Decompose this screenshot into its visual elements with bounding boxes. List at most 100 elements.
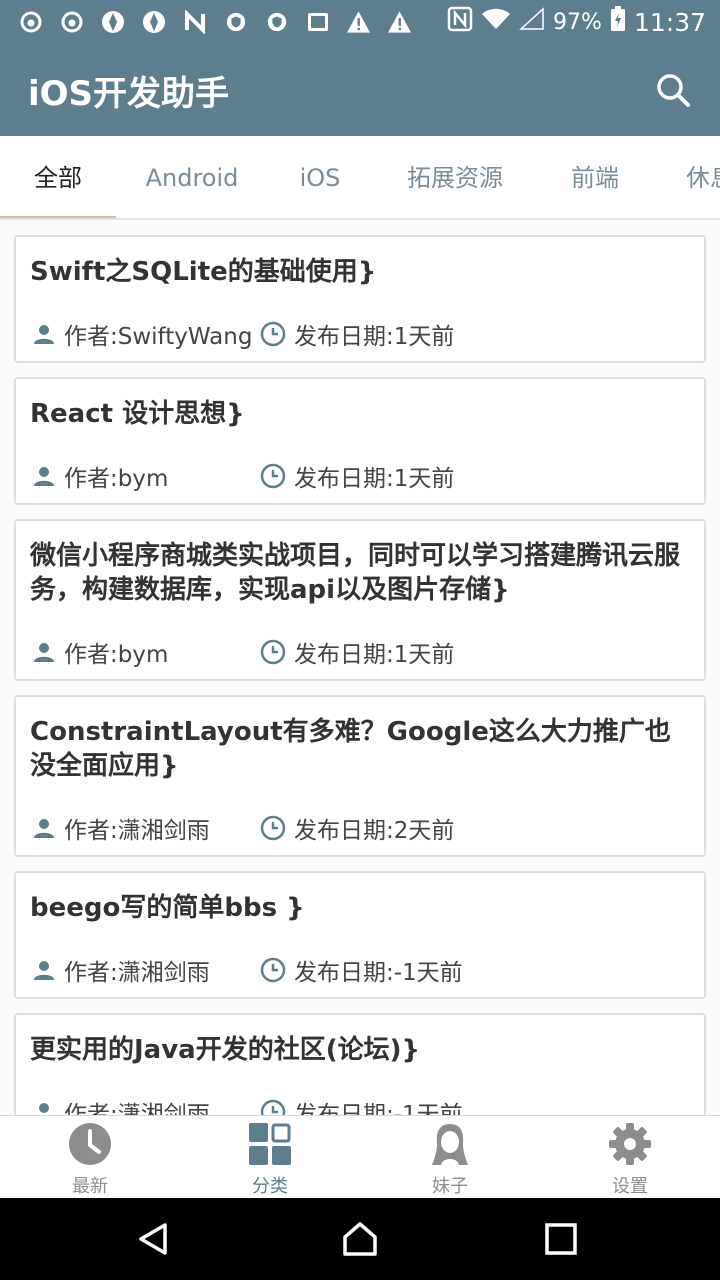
- date-label: 发布日期:2天前: [294, 818, 455, 844]
- nav-category[interactable]: 分类: [180, 1116, 360, 1198]
- clock-icon: [260, 321, 286, 347]
- article-meta: 作者:SwiftyWang 发布日期:1天前: [32, 317, 454, 351]
- battery-icon: [610, 6, 626, 38]
- clock-time: 11:37: [633, 7, 706, 37]
- author-info: 作者:潇湘剑雨: [32, 953, 260, 987]
- article-meta: 作者:bym 发布日期:1天前: [32, 459, 454, 493]
- article-title: 更实用的Java开发的社区(论坛)}: [30, 1035, 420, 1065]
- search-button[interactable]: [654, 71, 692, 109]
- nav-label: 最新: [72, 1176, 108, 1197]
- article-card[interactable]: ConstraintLayout有多难？Google这么大力推广也没全面应用} …: [14, 695, 706, 857]
- clock-icon: [260, 815, 286, 841]
- tab-all[interactable]: 全部: [0, 136, 116, 218]
- date-info: 发布日期:-1天前: [260, 953, 463, 987]
- nfc-icon: [447, 6, 473, 38]
- article-card[interactable]: beego写的简单bbs } 作者:潇湘剑雨 发布日期:-1天前: [14, 871, 706, 999]
- nav-latest[interactable]: 最新: [0, 1116, 180, 1198]
- clock-icon: [260, 957, 286, 983]
- warning-icon: [346, 10, 371, 35]
- person-icon: [34, 325, 54, 344]
- nav-girls[interactable]: 妹子: [360, 1116, 540, 1198]
- tab-frontend[interactable]: 前端: [560, 136, 630, 218]
- n-logo-icon: [182, 10, 207, 35]
- article-list[interactable]: Swift之SQLite的基础使用} 作者:SwiftyWang 发布日期:1天…: [0, 221, 720, 1115]
- author-info: 作者:潇湘剑雨: [32, 1095, 260, 1115]
- nav-label: 设置: [612, 1176, 648, 1197]
- search-icon: [657, 74, 690, 107]
- category-tabs: 全部 Android iOS 拓展资源 前端 休息: [0, 136, 720, 220]
- tab-android[interactable]: Android: [130, 136, 254, 218]
- author-info: 作者:潇湘剑雨: [32, 811, 260, 845]
- tab-rest[interactable]: 休息: [686, 136, 720, 218]
- article-title: ConstraintLayout有多难？Google这么大力推广也没全面应用}: [30, 717, 671, 781]
- clock-icon: [260, 1099, 286, 1115]
- article-meta: 作者:bym 发布日期:1天前: [32, 635, 454, 669]
- article-card[interactable]: React 设计思想} 作者:bym 发布日期:1天前: [14, 377, 706, 505]
- grid-icon: [249, 1123, 291, 1165]
- article-card[interactable]: Swift之SQLite的基础使用} 作者:SwiftyWang 发布日期:1天…: [14, 235, 706, 363]
- battery-percent: 97%: [553, 9, 602, 35]
- article-meta: 作者:潇湘剑雨 发布日期:2天前: [32, 811, 454, 845]
- nav-label: 分类: [252, 1176, 288, 1197]
- status-bar: 97% 11:37: [0, 0, 720, 44]
- aperture-icon: [100, 10, 125, 35]
- author-info: 作者:bym: [32, 635, 260, 669]
- date-label: 发布日期:1天前: [294, 324, 455, 350]
- date-label: 发布日期:-1天前: [294, 1102, 463, 1115]
- home-icon[interactable]: [342, 1221, 378, 1257]
- person-icon: [34, 467, 54, 486]
- system-status: 97% 11:37: [447, 6, 720, 38]
- article-title: beego写的简单bbs }: [30, 893, 305, 923]
- girl-icon: [432, 1124, 468, 1165]
- person-icon: [34, 819, 54, 838]
- author-label: 作者:SwiftyWang: [64, 324, 253, 350]
- person-icon: [39, 1103, 49, 1113]
- date-info: 发布日期:-1天前: [260, 1095, 463, 1115]
- author-info: 作者:SwiftyWang: [32, 317, 260, 351]
- recents-icon[interactable]: [543, 1221, 579, 1257]
- article-title: 微信小程序商城类实战项目，同时可以学习搭建腾讯云服务，构建数据库，实现api以及…: [30, 541, 681, 605]
- app-badge-icon: [305, 10, 330, 35]
- wifi-icon: [481, 7, 511, 37]
- notification-app-icon: [59, 10, 84, 35]
- signal-icon: [519, 7, 545, 37]
- clock-icon: [69, 1123, 111, 1165]
- tab-extended-resources[interactable]: 拓展资源: [400, 136, 510, 218]
- shield-icon: [264, 10, 289, 35]
- bottom-navigation: 最新 分类 妹子 设置: [0, 1115, 720, 1198]
- date-label: 发布日期:-1天前: [294, 960, 463, 986]
- clock-icon: [260, 463, 286, 489]
- author-info: 作者:bym: [32, 459, 260, 493]
- date-info: 发布日期:1天前: [260, 317, 454, 351]
- system-navigation-bar: [0, 1198, 720, 1280]
- article-title: Swift之SQLite的基础使用}: [30, 257, 377, 287]
- gear-icon: [609, 1123, 651, 1165]
- article-meta: 作者:潇湘剑雨 发布日期:-1天前: [32, 1095, 463, 1115]
- date-label: 发布日期:1天前: [294, 642, 455, 668]
- person-icon: [34, 961, 54, 980]
- article-title: React 设计思想}: [30, 399, 245, 429]
- clock-icon: [260, 639, 286, 665]
- notification-app-icon: [18, 10, 43, 35]
- author-label: 作者:bym: [64, 466, 169, 492]
- nav-settings[interactable]: 设置: [540, 1116, 720, 1198]
- tab-ios[interactable]: iOS: [280, 136, 360, 218]
- warning-icon: [387, 10, 412, 35]
- date-label: 发布日期:1天前: [294, 466, 455, 492]
- date-info: 发布日期:1天前: [260, 459, 454, 493]
- author-label: 作者:潇湘剑雨: [64, 1102, 210, 1115]
- notification-icons: [0, 0, 412, 44]
- app-title: iOS开发助手: [28, 73, 230, 114]
- nav-label: 妹子: [432, 1176, 468, 1197]
- author-label: 作者:潇湘剑雨: [64, 960, 210, 986]
- author-label: 作者:bym: [64, 642, 169, 668]
- date-info: 发布日期:2天前: [260, 811, 454, 845]
- author-label: 作者:潇湘剑雨: [64, 818, 210, 844]
- tab-indicator: [0, 216, 116, 218]
- back-icon[interactable]: [135, 1221, 171, 1257]
- article-card[interactable]: 更实用的Java开发的社区(论坛)} 作者:潇湘剑雨 发布日期:-1天前: [14, 1013, 706, 1115]
- shield-icon: [223, 10, 248, 35]
- aperture-icon: [141, 10, 166, 35]
- article-card[interactable]: 微信小程序商城类实战项目，同时可以学习搭建腾讯云服务，构建数据库，实现api以及…: [14, 519, 706, 681]
- person-icon: [34, 643, 54, 662]
